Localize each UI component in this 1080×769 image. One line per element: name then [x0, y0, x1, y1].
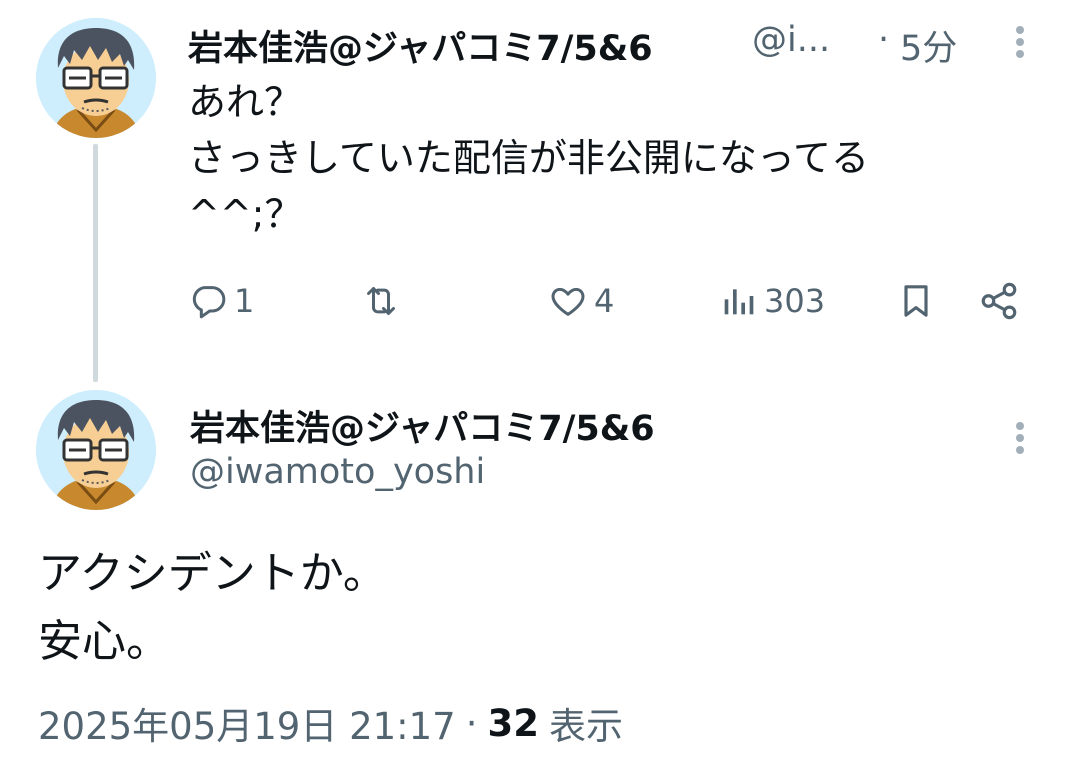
- reply-separator: ·: [878, 20, 890, 60]
- views-icon: [724, 289, 754, 315]
- reply-display-name[interactable]: 岩本佳浩@ジャパコミ7/5&6: [188, 20, 653, 71]
- share-button[interactable]: [978, 276, 1020, 326]
- main-avatar[interactable]: [36, 390, 156, 510]
- avatar-illustration: [36, 18, 156, 138]
- reply-button[interactable]: 1: [188, 276, 254, 326]
- views-button[interactable]: 303: [718, 276, 825, 326]
- main-timestamp[interactable]: 2025年05月19日 21:17: [38, 696, 456, 750]
- reply-more-icon[interactable]: [1014, 22, 1026, 62]
- main-display-name[interactable]: 岩本佳浩@ジャパコミ7/5&6: [190, 400, 655, 451]
- share-icon: [981, 282, 1017, 320]
- reply-icon: [192, 286, 226, 319]
- reply-text: あれ？ さっきしていた配信が非公開になってる ^^;？: [188, 80, 869, 236]
- main-more-icon[interactable]: [1014, 418, 1026, 458]
- main-views-label: 表示: [548, 705, 623, 748]
- like-count: 4: [594, 282, 615, 320]
- reply-count: 1: [234, 282, 255, 320]
- main-meta: 2025年05月19日 21:17 · 32 表示: [38, 696, 623, 750]
- thread-connector-line: [93, 144, 98, 382]
- reply-handle[interactable]: @i...: [752, 20, 830, 60]
- bookmark-icon: [904, 285, 928, 317]
- retweet-icon: [367, 287, 395, 315]
- bookmark-button[interactable]: [896, 276, 936, 326]
- like-button[interactable]: 4: [548, 276, 614, 326]
- reply-action-bar: 1 4 303: [188, 276, 1028, 326]
- main-views-count[interactable]: 32: [487, 702, 539, 745]
- views-count: 303: [764, 282, 826, 320]
- avatar-illustration: [36, 390, 156, 510]
- retweet-button[interactable]: [360, 276, 402, 326]
- reply-time[interactable]: 5分: [900, 20, 957, 71]
- like-icon: [551, 287, 585, 316]
- main-separator: ·: [465, 701, 478, 745]
- main-handle[interactable]: @iwamoto_yoshi: [190, 452, 485, 492]
- main-text: アクシデントか。 安心。: [38, 548, 387, 667]
- avatar[interactable]: [36, 18, 156, 138]
